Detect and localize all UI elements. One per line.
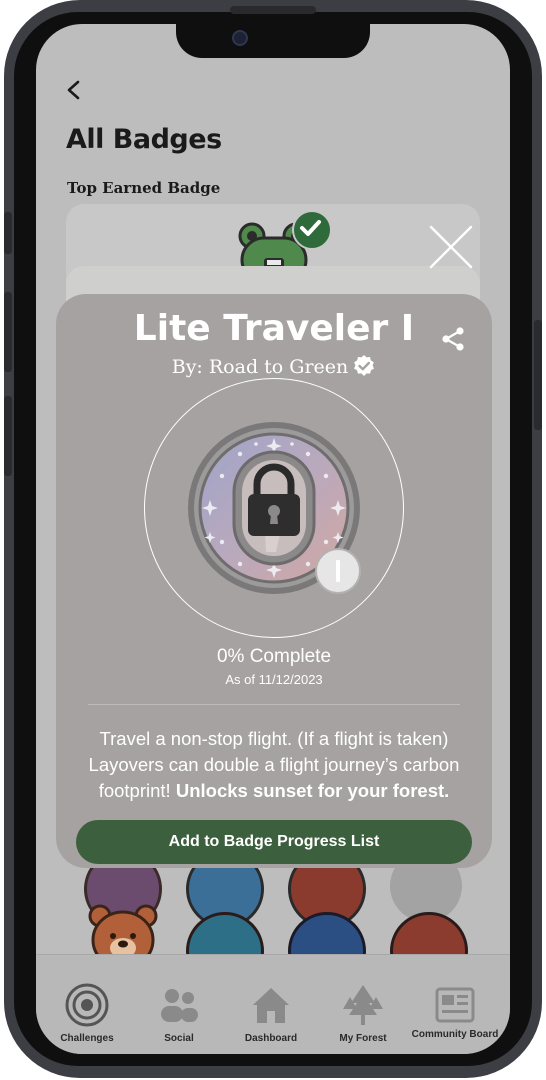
bottom-nav: Challenges Social Dashboard My Forest Co… [36, 954, 510, 1054]
page-title: All Badges [66, 124, 222, 155]
notch [176, 24, 370, 58]
back-arrow-icon[interactable] [64, 80, 84, 100]
nav-label: Challenges [60, 1033, 114, 1044]
badge-title: Lite Traveler I [133, 308, 415, 349]
nav-my-forest[interactable]: My Forest [316, 955, 410, 1054]
people-icon [161, 989, 198, 1022]
nav-label: Dashboard [244, 1033, 298, 1044]
author-label: By: Road to Green [171, 356, 349, 378]
board-icon [435, 987, 475, 1023]
mute-switch [4, 212, 12, 254]
add-to-progress-list-button[interactable]: Add to Badge Progress List [76, 820, 472, 864]
roman-numeral-one-icon [336, 560, 340, 582]
nav-dashboard[interactable]: Dashboard [224, 955, 318, 1054]
nav-label: Community Board [411, 1029, 499, 1040]
nav-label: Social [164, 1033, 194, 1044]
verified-icon [354, 355, 375, 376]
trees-icon [343, 985, 383, 1025]
house-icon [253, 988, 289, 1023]
speaker-grille [230, 6, 316, 14]
nav-social[interactable]: Social [132, 955, 226, 1054]
nav-community-board[interactable]: Community Board [408, 955, 502, 1054]
volume-up-button [4, 292, 12, 372]
level-badge [315, 548, 361, 594]
nav-label: My Forest [339, 1033, 387, 1044]
power-button [534, 320, 542, 430]
volume-down-button [4, 396, 12, 476]
progress-percent: 0% Complete [216, 646, 332, 667]
share-icon[interactable] [440, 326, 466, 352]
divider [88, 704, 460, 705]
camera-icon [232, 30, 248, 46]
badge-description: Travel a non-stop flight. (If a flight i… [72, 726, 476, 804]
earned-check-icon [292, 210, 332, 250]
screen: All Badges Top Earned Badge Challenges S… [36, 24, 510, 1054]
badge-author: By: Road to Green [56, 354, 492, 378]
description-reward: Unlocks sunset for your forest. [175, 780, 450, 801]
close-icon[interactable] [428, 224, 474, 270]
progress-date: As of 11/12/2023 [225, 672, 323, 687]
nav-challenges[interactable]: Challenges [40, 955, 134, 1054]
badge-detail-modal: Lite Traveler I By: Road to Green 0% Com… [56, 294, 492, 868]
target-icon [65, 983, 109, 1027]
section-subtitle: Top Earned Badge [67, 179, 221, 197]
